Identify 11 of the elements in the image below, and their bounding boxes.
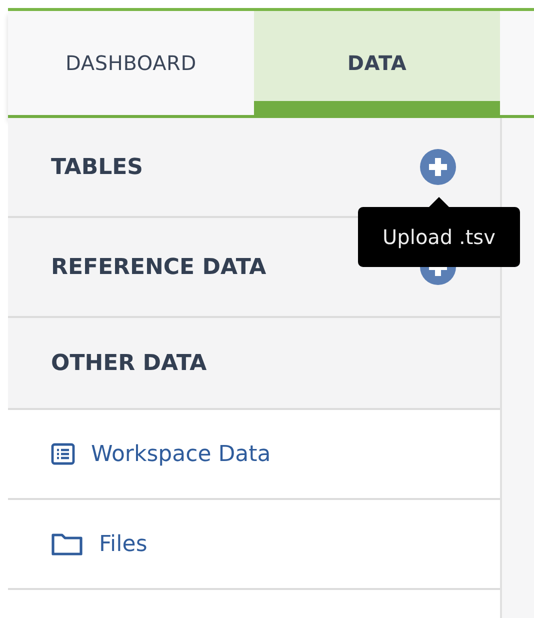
- tab[interactable]: DASHBOARD: [8, 11, 254, 115]
- section-heading: TABLES: [51, 154, 143, 180]
- section-heading: REFERENCE DATA: [51, 254, 266, 280]
- list-icon: [51, 443, 75, 465]
- section-heading: OTHER DATA: [51, 350, 207, 376]
- sidebar-link[interactable]: Workspace Data: [51, 442, 271, 466]
- tab[interactable]: DATA: [254, 11, 500, 115]
- folder-icon: [51, 532, 83, 556]
- sidebar-link[interactable]: Files: [51, 532, 148, 556]
- add-icon[interactable]: [420, 149, 456, 185]
- tooltip: Upload .tsv: [358, 197, 520, 267]
